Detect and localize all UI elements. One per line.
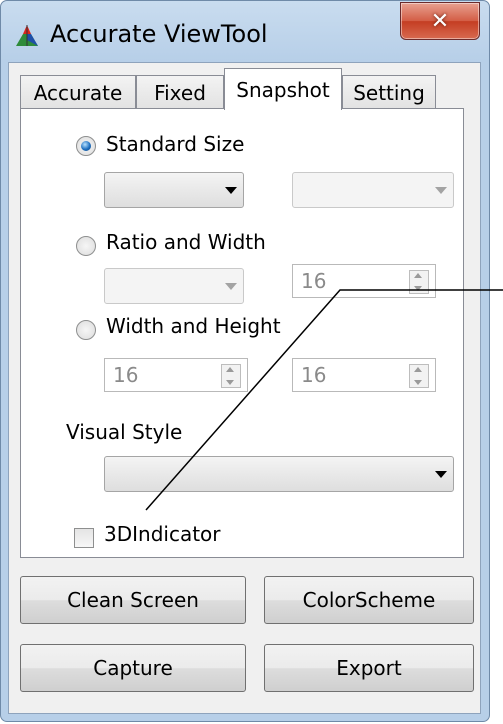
clean-screen-button[interactable]: Clean Screen bbox=[20, 576, 246, 624]
ratio-dropdown[interactable] bbox=[104, 268, 244, 304]
chevron-down-icon bbox=[435, 471, 447, 478]
spin-arrows-icon[interactable] bbox=[221, 364, 241, 388]
height-value: 16 bbox=[301, 363, 327, 387]
tab-setting[interactable]: Setting bbox=[342, 75, 436, 109]
3d-indicator-checkbox[interactable] bbox=[74, 528, 94, 548]
spin-arrows-icon[interactable] bbox=[409, 270, 429, 294]
visual-style-label: Visual Style bbox=[66, 420, 183, 444]
width-height-radio[interactable] bbox=[76, 320, 96, 340]
ratio-width-label: Ratio and Width bbox=[106, 230, 266, 254]
ratio-width-spinbox[interactable]: 16 bbox=[292, 264, 436, 298]
standard-size-radio[interactable] bbox=[76, 136, 96, 156]
width-height-label: Width and Height bbox=[106, 314, 281, 338]
3d-indicator-label: 3DIndicator bbox=[104, 522, 221, 546]
export-button[interactable]: Export bbox=[264, 644, 474, 692]
tab-snapshot[interactable]: Snapshot bbox=[224, 68, 342, 110]
standard-size-sub-dropdown[interactable] bbox=[292, 172, 454, 208]
app-icon bbox=[16, 25, 38, 46]
color-scheme-button[interactable]: ColorScheme bbox=[264, 576, 474, 624]
visual-style-dropdown[interactable] bbox=[104, 456, 454, 492]
close-icon: ✕ bbox=[430, 8, 450, 34]
standard-size-label: Standard Size bbox=[106, 132, 245, 156]
capture-button[interactable]: Capture bbox=[20, 644, 246, 692]
chevron-down-icon bbox=[225, 283, 237, 290]
width-value: 16 bbox=[113, 363, 139, 387]
window-title: Accurate ViewTool bbox=[50, 20, 268, 48]
tab-accurate[interactable]: Accurate bbox=[20, 75, 136, 109]
spin-arrows-icon[interactable] bbox=[409, 364, 429, 388]
height-spinbox[interactable]: 16 bbox=[292, 358, 436, 392]
ratio-width-value: 16 bbox=[301, 269, 327, 293]
tab-fixed[interactable]: Fixed bbox=[136, 75, 224, 109]
chevron-down-icon bbox=[225, 187, 237, 194]
width-spinbox[interactable]: 16 bbox=[104, 358, 248, 392]
close-button[interactable]: ✕ bbox=[400, 2, 480, 40]
standard-size-dropdown[interactable] bbox=[104, 172, 244, 208]
chevron-down-icon bbox=[435, 187, 447, 194]
ratio-width-radio[interactable] bbox=[76, 236, 96, 256]
